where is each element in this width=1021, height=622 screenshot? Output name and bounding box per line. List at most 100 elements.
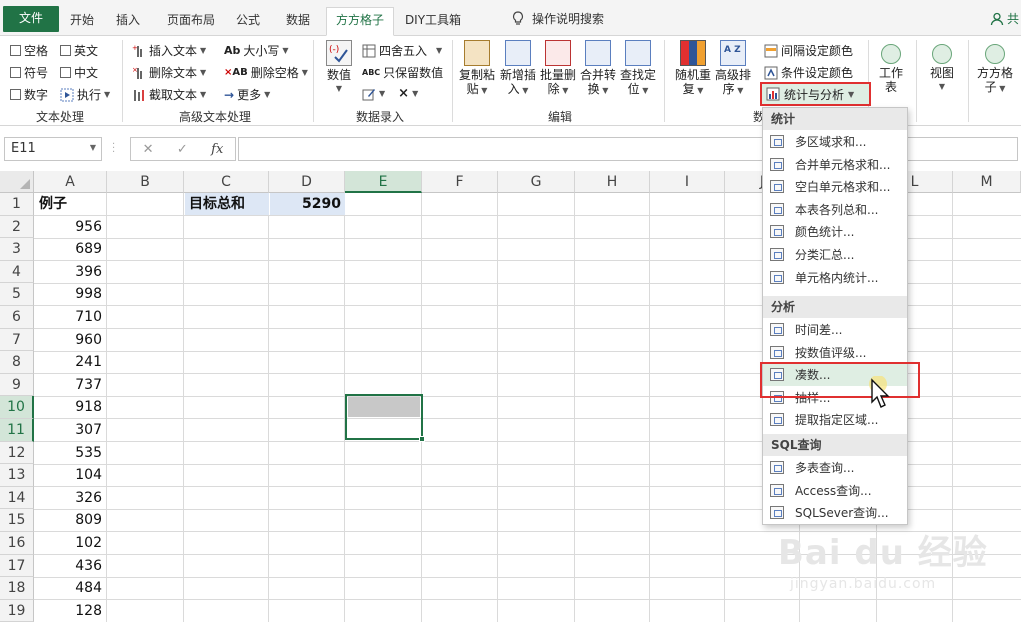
- batch-delete-button[interactable]: 批量删 除 ▼: [539, 40, 577, 98]
- cancel-icon[interactable]: ✕: [143, 142, 154, 157]
- row-header-9[interactable]: 9: [0, 373, 34, 397]
- menu-item-stat-5[interactable]: 分类汇总...: [763, 244, 907, 266]
- row-header-18[interactable]: 18: [0, 577, 34, 600]
- row-header-17[interactable]: 17: [0, 554, 34, 578]
- round-button[interactable]: 四舍五入 ▼: [362, 42, 442, 59]
- drag-handle-icon[interactable]: · · ·: [112, 140, 115, 158]
- cell-a4[interactable]: 396: [35, 261, 106, 283]
- cell-a5[interactable]: 998: [35, 283, 106, 305]
- menu-item-sql-0[interactable]: 多表查询...: [763, 457, 907, 479]
- tab-insert[interactable]: 插入: [108, 8, 148, 34]
- row-header-11[interactable]: 11: [0, 419, 34, 442]
- column-header-m[interactable]: M: [953, 171, 1021, 193]
- ffgz-button[interactable]: 方方格 子 ▼: [974, 40, 1016, 96]
- share-button[interactable]: 共: [990, 10, 1019, 27]
- check-english[interactable]: 英文: [60, 42, 98, 59]
- cell-a17[interactable]: 436: [35, 555, 106, 577]
- cell-a1[interactable]: 例子: [35, 193, 107, 215]
- cell-a6[interactable]: 710: [35, 306, 106, 328]
- cell-a10[interactable]: 918: [35, 396, 106, 418]
- edit-tools-button[interactable]: ▼ × ▼: [362, 86, 418, 101]
- row-header-8[interactable]: 8: [0, 351, 34, 374]
- menu-item-stat-3[interactable]: 本表各列总和...: [763, 199, 907, 221]
- column-header-h[interactable]: H: [575, 171, 650, 193]
- cell-c1[interactable]: 目标总和: [185, 193, 269, 215]
- find-locate-button[interactable]: 查找定 位 ▼: [619, 40, 657, 98]
- row-header-4[interactable]: 4: [0, 260, 34, 284]
- cell-a7[interactable]: 960: [35, 329, 106, 351]
- column-header-g[interactable]: G: [498, 171, 575, 193]
- row-header-3[interactable]: 3: [0, 238, 34, 261]
- tell-me-search[interactable]: 操作说明搜索: [512, 10, 604, 27]
- value-button[interactable]: (-) 数值 ▼: [320, 40, 358, 96]
- row-header-19[interactable]: 19: [0, 599, 34, 622]
- menu-item-sql-1[interactable]: Access查询...: [763, 480, 907, 502]
- cell-a19[interactable]: 128: [35, 600, 106, 622]
- cell-a13[interactable]: 104: [35, 464, 106, 486]
- advanced-sort-button[interactable]: A Z 高级排 序 ▼: [714, 40, 752, 98]
- cell-a15[interactable]: 809: [35, 509, 106, 531]
- row-header-1[interactable]: 1: [0, 193, 34, 216]
- interval-color-button[interactable]: 间隔设定颜色: [764, 42, 853, 59]
- column-header-b[interactable]: B: [107, 171, 184, 193]
- row-header-10[interactable]: 10: [0, 396, 34, 419]
- execute-button[interactable]: 执行 ▼: [60, 86, 110, 103]
- extract-text-button[interactable]: 截取文本 ▼: [132, 86, 206, 103]
- menu-item-analysis-4[interactable]: 提取指定区域...: [763, 409, 907, 431]
- tab-data[interactable]: 数据: [278, 8, 318, 34]
- menu-item-analysis-0[interactable]: 时间差...: [763, 319, 907, 341]
- cell-a11[interactable]: 307: [35, 419, 106, 441]
- worksheet-button[interactable]: 工作 表: [873, 40, 909, 94]
- column-header-e[interactable]: E: [345, 171, 422, 193]
- row-header-14[interactable]: 14: [0, 486, 34, 510]
- column-header-i[interactable]: I: [650, 171, 725, 193]
- condition-color-button[interactable]: 条件设定颜色: [764, 64, 853, 81]
- check-space[interactable]: 空格: [10, 42, 48, 59]
- tab-page-layout[interactable]: 页面布局: [160, 8, 222, 34]
- insert-text-button[interactable]: + 插入文本 ▼: [132, 42, 206, 59]
- more-button[interactable]: → 更多 ▼: [224, 86, 270, 103]
- row-header-16[interactable]: 16: [0, 532, 34, 555]
- row-header-2[interactable]: 2: [0, 215, 34, 239]
- fx-icon[interactable]: fx: [211, 142, 223, 157]
- select-all-button[interactable]: [0, 171, 34, 193]
- row-header-5[interactable]: 5: [0, 283, 34, 306]
- tab-diy-toolbox[interactable]: DIY工具箱: [398, 8, 468, 34]
- selected-range[interactable]: [345, 394, 425, 442]
- cell-a14[interactable]: 326: [35, 487, 106, 509]
- row-header-13[interactable]: 13: [0, 464, 34, 487]
- column-header-f[interactable]: F: [422, 171, 498, 193]
- cell-a18[interactable]: 484: [35, 577, 106, 599]
- cell-a9[interactable]: 737: [35, 374, 106, 396]
- cell-a16[interactable]: 102: [35, 532, 106, 554]
- random-repeat-button[interactable]: 随机重 复 ▼: [674, 40, 712, 98]
- stat-analysis-button[interactable]: 统计与分析 ▼: [760, 82, 871, 106]
- menu-item-stat-4[interactable]: 颜色统计...: [763, 221, 907, 243]
- menu-item-stat-2[interactable]: 空白单元格求和...: [763, 176, 907, 198]
- add-insert-button[interactable]: 新增插 入 ▼: [499, 40, 537, 98]
- fill-handle[interactable]: [419, 436, 425, 442]
- menu-item-stat-6[interactable]: 单元格内统计...: [763, 267, 907, 289]
- check-number[interactable]: 数字: [10, 86, 48, 103]
- cell-a2[interactable]: 956: [35, 216, 106, 238]
- tab-formulas[interactable]: 公式: [228, 8, 268, 34]
- keep-value-button[interactable]: ABC 只保留数值: [362, 64, 443, 81]
- column-header-c[interactable]: C: [184, 171, 269, 193]
- cell-a3[interactable]: 689: [35, 238, 106, 260]
- cell-d1[interactable]: 5290: [270, 193, 345, 215]
- row-header-15[interactable]: 15: [0, 509, 34, 532]
- row-header-6[interactable]: 6: [0, 306, 34, 329]
- copy-paste-button[interactable]: 复制粘 贴 ▼: [458, 40, 496, 98]
- menu-item-analysis-1[interactable]: 按数值评级...: [763, 342, 907, 364]
- row-header-12[interactable]: 12: [0, 441, 34, 465]
- view-button[interactable]: 视图 ▼: [922, 40, 962, 94]
- tab-file[interactable]: 文件: [3, 6, 59, 32]
- confirm-icon[interactable]: ✓: [177, 142, 188, 157]
- column-header-d[interactable]: D: [269, 171, 345, 193]
- cell-a12[interactable]: 535: [35, 442, 106, 464]
- delete-text-button[interactable]: × 删除文本 ▼: [132, 64, 206, 81]
- name-box[interactable]: E11 ▼: [4, 137, 102, 161]
- menu-item-sql-2[interactable]: SQLSever查询...: [763, 502, 907, 524]
- check-chinese[interactable]: 中文: [60, 64, 98, 81]
- menu-item-stat-0[interactable]: 多区域求和...: [763, 131, 907, 153]
